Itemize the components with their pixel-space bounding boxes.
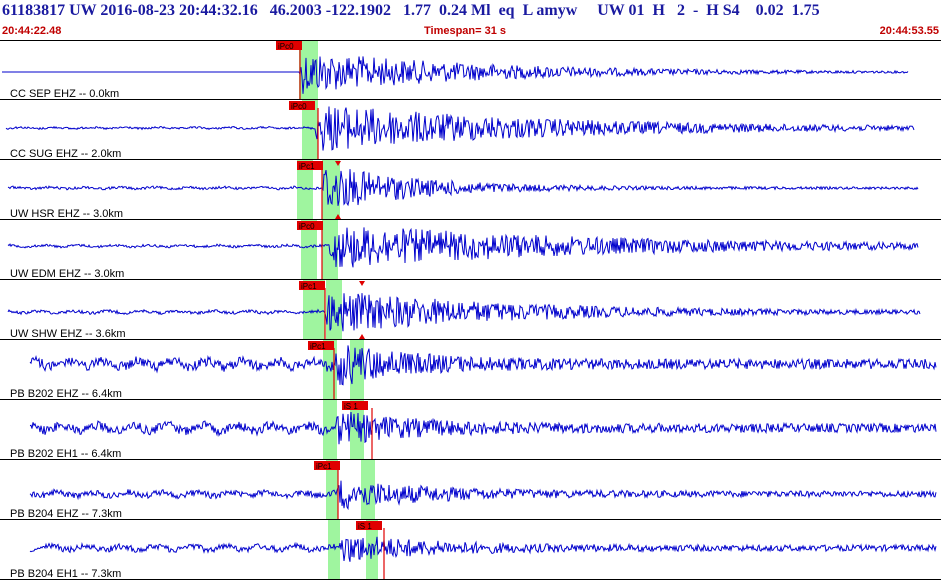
waveform-trace [5,106,915,151]
pick-window [328,520,340,580]
channel-label: UW SHW EHZ -- 3.6km [10,328,126,340]
channel-label: UW HSR EHZ -- 3.0km [10,208,123,220]
channel-row[interactable]: iPc1 UW HSR EHZ -- 3.0km [0,160,941,220]
channel-label: CC SEP EHZ -- 0.0km [10,88,119,100]
pick-label: iPc1 [301,282,317,291]
pick-label: iS 1 [358,522,372,531]
waveform-trace [7,293,921,332]
pick-label: iPc0 [278,42,294,51]
channel-row[interactable]: iS 1 PB B204 EH1 -- 7.3km [0,520,941,580]
seismogram-panel[interactable]: iPc0 CC SEP EHZ -- 0.0km iPc0 CC SUG EHZ --… [0,40,941,580]
waveform-trace [29,536,937,562]
channel-row[interactable]: iPc1 UW SHW EHZ -- 3.6km [0,280,941,340]
pick-label: iPc1 [299,162,315,171]
waveform-trace [7,227,919,268]
waveform-trace [2,56,909,94]
pick-label: iPc0 [291,102,307,111]
timespan-label: Timespan= 31 s [424,25,507,37]
pick-label: iPc0 [299,222,315,231]
waveform-trace [29,480,937,511]
channel-row[interactable]: iS 1 PB B202 EH1 -- 6.4km [0,400,941,460]
channel-label: PB B202 EHZ -- 6.4km [10,388,122,400]
pick-label: iS 1 [344,402,358,411]
pick-label: iPc1 [310,342,326,351]
waveform-trace [29,411,937,445]
event-summary-line: 61183817 UW 2016-08-23 20:44:32.16 46.20… [2,2,820,19]
channel-label: PB B204 EHZ -- 7.3km [10,508,122,520]
channel-row[interactable]: iPc0 UW EDM EHZ -- 3.0km [0,220,941,280]
arrival-triangle-top [359,281,365,286]
pick-label: iPc1 [316,462,332,471]
channel-label: UW EDM EHZ -- 3.0km [10,268,124,280]
channel-label: CC SUG EHZ -- 2.0km [10,148,121,160]
channel-label: PB B202 EH1 -- 6.4km [10,448,121,460]
event-header: 61183817 UW 2016-08-23 20:44:32.16 46.20… [0,0,941,40]
end-time: 20:44:53.55 [879,25,939,37]
channel-row[interactable]: iPc1 PB B204 EHZ -- 7.3km [0,460,941,520]
channel-label: PB B204 EH1 -- 7.3km [10,568,121,580]
channel-row[interactable]: iPc0 CC SEP EHZ -- 0.0km [0,40,941,100]
arrival-triangle-bottom [359,334,365,339]
waveform-trace [7,169,919,207]
channel-row[interactable]: iPc1 PB B202 EHZ -- 6.4km [0,340,941,400]
waveform-trace [29,345,937,386]
start-time: 20:44:22.48 [2,25,62,37]
channel-row[interactable]: iPc0 CC SUG EHZ -- 2.0km [0,100,941,160]
